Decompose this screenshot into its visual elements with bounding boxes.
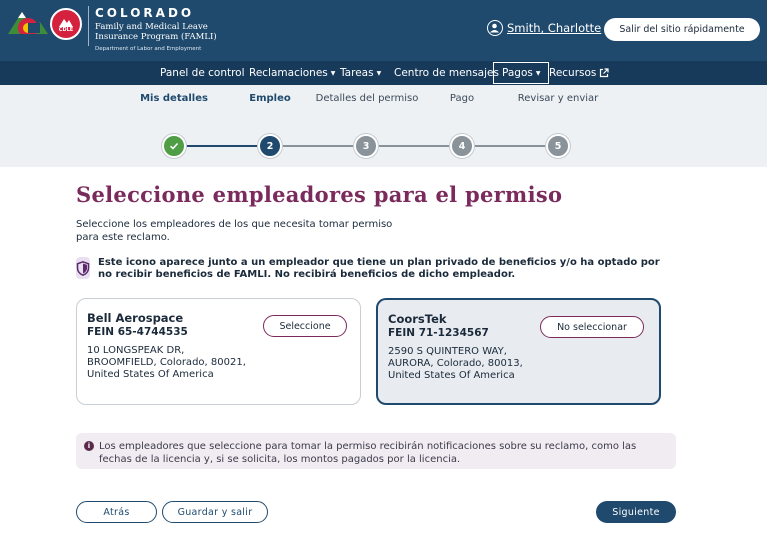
nav-item-messages[interactable]: Centro de mensajes xyxy=(394,61,499,85)
employer-address: 2590 S QUINTERO WAY, AURORA, Colorado, 8… xyxy=(388,346,523,381)
nav-item-resources[interactable]: Recursos xyxy=(549,61,610,85)
next-button[interactable]: Siguiente xyxy=(596,501,676,523)
employer-fein: FEIN 65-4744535 xyxy=(87,326,188,338)
intro-text: Seleccione los empleadores de los que ne… xyxy=(76,219,393,243)
private-plan-note-text: Este icono aparece junto a un empleador … xyxy=(98,257,660,280)
logo-program-line2: Insurance Program (FAMLI) xyxy=(95,32,217,42)
info-icon: i xyxy=(84,441,94,451)
nav-item-dashboard[interactable]: Panel de control xyxy=(160,61,245,85)
logo-department: Department of Labor and Employment xyxy=(95,46,202,52)
chevron-down-icon: ▼ xyxy=(535,69,541,77)
info-alert: i Los empleadores que seleccione para to… xyxy=(76,433,676,469)
logo-divider xyxy=(88,6,89,46)
step-4-circle: 4 xyxy=(450,134,474,158)
site-header: CDLE COLORADO Family and Medical Leave I… xyxy=(0,0,767,61)
step-connector xyxy=(174,145,270,147)
step-5-circle: 5 xyxy=(546,134,570,158)
cdle-seal-icon: CDLE xyxy=(50,8,82,40)
employer-name: CoorsTek xyxy=(388,312,447,326)
user-menu[interactable]: Smith, Charlotte ▼ xyxy=(487,20,612,36)
employer-name: Bell Aerospace xyxy=(87,311,184,325)
chevron-down-icon: ▼ xyxy=(330,69,336,77)
step-2-circle: 2 xyxy=(258,134,282,158)
private-plan-note: Este icono aparece junto a un empleador … xyxy=(76,257,676,281)
main-nav: Panel de control Reclamaciones ▼ Tareas … xyxy=(0,61,767,85)
nav-item-tasks[interactable]: Tareas ▼ xyxy=(340,61,381,85)
step-label-review: Revisar y enviar xyxy=(517,93,599,104)
step-label-details[interactable]: Mis detalles xyxy=(119,93,229,105)
user-avatar-icon xyxy=(487,20,503,36)
progress-stepper: Mis detalles Empleo Detalles del permiso… xyxy=(0,85,767,167)
info-alert-text: Los empleadores que seleccione para toma… xyxy=(99,441,637,465)
step-connector xyxy=(270,145,558,147)
logo-state-name: COLORADO xyxy=(95,6,195,20)
employer-card-selected[interactable]: CoorsTek FEIN 71-1234567 2590 S QUINTERO… xyxy=(376,298,661,405)
nav-item-payments[interactable]: Pagos ▼ xyxy=(493,62,550,84)
logo-text: COLORADO Family and Medical Leave Insura… xyxy=(95,6,217,52)
step-label-payment: Pago xyxy=(449,93,475,104)
deselect-employer-button[interactable]: No seleccionar xyxy=(540,316,644,338)
select-employer-button[interactable]: Seleccione xyxy=(263,315,347,337)
page-title: Seleccione empleadores para el permiso xyxy=(76,182,563,207)
quick-exit-button[interactable]: Salir del sitio rápidamente xyxy=(604,18,760,41)
step-1-complete-check-icon[interactable] xyxy=(162,134,186,158)
step-label-employment[interactable]: Empleo xyxy=(215,93,325,105)
back-button[interactable]: Atrás xyxy=(76,501,157,523)
shield-icon xyxy=(76,257,90,279)
colorado-logo-icon xyxy=(8,6,48,40)
employer-address: 10 LONGSPEAK DR, BROOMFIELD, Colorado, 8… xyxy=(87,345,246,380)
user-name-link[interactable]: Smith, Charlotte xyxy=(507,21,601,35)
famli-logo[interactable]: CDLE COLORADO Family and Medical Leave I… xyxy=(8,6,217,52)
nav-item-claims[interactable]: Reclamaciones ▼ xyxy=(249,61,335,85)
logo-program-line1: Family and Medical Leave xyxy=(95,22,208,32)
chevron-down-icon: ▼ xyxy=(376,69,382,77)
step-3-circle: 3 xyxy=(354,134,378,158)
employer-fein: FEIN 71-1234567 xyxy=(388,327,489,339)
employer-card[interactable]: Bell Aerospace FEIN 65-4744535 10 LONGSP… xyxy=(76,298,361,405)
external-link-icon xyxy=(599,68,610,78)
save-and-exit-button[interactable]: Guardar y salir xyxy=(162,501,268,523)
